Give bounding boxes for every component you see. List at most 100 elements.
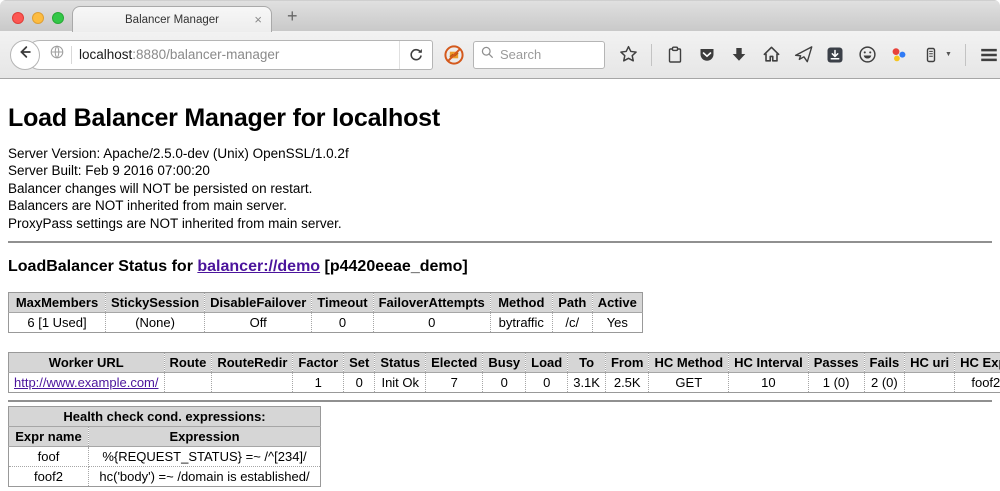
worker-url-link[interactable]: http://www.example.com/	[14, 375, 159, 390]
search-icon	[480, 45, 495, 65]
timeout-cell: 0	[312, 313, 373, 333]
page-title: Load Balancer Manager for localhost	[8, 79, 992, 145]
proxypass-inherit-line: ProxyPass settings are NOT inherited fro…	[8, 215, 992, 232]
home-icon[interactable]	[761, 45, 781, 65]
maxmembers-cell: 6 [1 Used]	[9, 313, 106, 333]
column-header: Factor	[293, 353, 344, 373]
column-header: StickySession	[106, 293, 205, 313]
set-cell: 0	[344, 373, 375, 393]
toolbar-icons: ▼	[618, 44, 1000, 66]
hamburger-menu-icon[interactable]	[979, 45, 999, 65]
expression-cell: %{REQUEST_STATUS} =~ /^[234]/	[89, 447, 321, 467]
worker-url-cell: http://www.example.com/	[9, 373, 165, 393]
battery-icon[interactable]	[921, 45, 941, 65]
back-arrow-icon	[17, 44, 33, 65]
column-header: Worker URL	[9, 353, 165, 373]
busy-cell: 0	[483, 373, 526, 393]
tab-close-icon[interactable]: ×	[254, 12, 262, 27]
expr-name-cell: foof2	[9, 467, 89, 487]
minimize-window-button[interactable]	[32, 12, 44, 24]
new-tab-button[interactable]: +	[281, 4, 304, 29]
status-heading-suffix: [p4420eeae_demo]	[320, 258, 468, 275]
pocket-icon[interactable]	[697, 45, 717, 65]
table-header-row: MaxMembers StickySession DisableFailover…	[9, 293, 643, 313]
zoom-window-button[interactable]	[52, 12, 64, 24]
smiley-icon[interactable]	[857, 45, 877, 65]
server-version-line: Server Version: Apache/2.5.0-dev (Unix) …	[8, 145, 992, 162]
tab-balancer-manager[interactable]: Balancer Manager ×	[72, 6, 272, 32]
column-header: Busy	[483, 353, 526, 373]
health-table-title: Health check cond. expressions:	[9, 407, 321, 427]
column-header: Path	[552, 293, 592, 313]
video-download-icon[interactable]	[825, 45, 845, 65]
url-text: localhost:8880/balancer-manager	[79, 47, 399, 62]
reload-button[interactable]	[399, 41, 432, 69]
url-domain: localhost	[79, 47, 132, 62]
column-header: Route	[164, 353, 212, 373]
column-header: HC Expr	[955, 353, 1000, 373]
close-window-button[interactable]	[12, 12, 24, 24]
url-bar[interactable]: localhost:8880/balancer-manager	[25, 40, 433, 70]
hc-interval-cell: 10	[729, 373, 809, 393]
table-row: http://www.example.com/ 1 0 Init Ok 7 0 …	[9, 373, 1000, 393]
load-cell: 0	[526, 373, 568, 393]
column-header: Method	[490, 293, 552, 313]
page-content: Load Balancer Manager for localhost Serv…	[0, 79, 1000, 491]
column-header: From	[605, 353, 649, 373]
expression-cell: hc('body') =~ /domain is established/	[89, 467, 321, 487]
column-header: To	[568, 353, 606, 373]
toolbar-separator	[651, 44, 652, 66]
url-separator	[71, 46, 72, 64]
passes-cell: 1 (0)	[808, 373, 864, 393]
search-bar[interactable]	[473, 41, 605, 69]
tab-title: Balancer Manager	[125, 14, 219, 26]
worker-table: Worker URL Route RouteRedir Factor Set S…	[8, 352, 1000, 393]
send-plane-icon[interactable]	[793, 45, 813, 65]
color-dots-icon[interactable]	[889, 45, 909, 65]
status-heading-prefix: LoadBalancer Status for	[8, 258, 197, 275]
back-button[interactable]	[10, 40, 40, 70]
column-header: HC Method	[649, 353, 729, 373]
navigation-toolbar: localhost:8880/balancer-manager	[0, 31, 1000, 79]
server-built-line: Server Built: Feb 9 2016 07:00:20	[8, 162, 992, 179]
to-cell: 3.1K	[568, 373, 606, 393]
table-header-row: Worker URL Route RouteRedir Factor Set S…	[9, 353, 1000, 373]
method-cell: bytraffic	[490, 313, 552, 333]
image-block-icon[interactable]	[443, 44, 465, 66]
table-header-row: Expr name Expression	[9, 427, 321, 447]
stickysession-cell: (None)	[106, 313, 205, 333]
table-row: foof2 hc('body') =~ /domain is establish…	[9, 467, 321, 487]
table-row: foof %{REQUEST_STATUS} =~ /^[234]/	[9, 447, 321, 467]
route-cell	[164, 373, 212, 393]
column-header: Active	[592, 293, 642, 313]
column-header: HC Interval	[729, 353, 809, 373]
balancer-summary-table: MaxMembers StickySession DisableFailover…	[8, 292, 643, 333]
routeredir-cell	[212, 373, 293, 393]
hc-expr-cell: foof2	[955, 373, 1000, 393]
column-header: Expression	[89, 427, 321, 447]
elected-cell: 7	[426, 373, 483, 393]
reading-list-icon[interactable]	[665, 45, 685, 65]
status-cell: Init Ok	[375, 373, 426, 393]
bookmark-star-icon[interactable]	[618, 45, 638, 65]
from-cell: 2.5K	[605, 373, 649, 393]
chevron-down-icon[interactable]: ▼	[945, 51, 952, 58]
divider	[8, 241, 992, 243]
expr-name-cell: foof	[9, 447, 89, 467]
loadbalancer-status-heading: LoadBalancer Status for balancer://demo …	[8, 258, 992, 276]
search-input[interactable]	[500, 47, 590, 62]
active-cell: Yes	[592, 313, 642, 333]
failoverattempts-cell: 0	[373, 313, 490, 333]
url-path: :8880/balancer-manager	[132, 47, 279, 62]
hc-method-cell: GET	[649, 373, 729, 393]
column-header: HC uri	[905, 353, 955, 373]
fails-cell: 2 (0)	[864, 373, 905, 393]
column-header: Fails	[864, 353, 905, 373]
balancer-demo-link[interactable]: balancer://demo	[197, 258, 320, 275]
column-header: Timeout	[312, 293, 373, 313]
column-header: Status	[375, 353, 426, 373]
title-bar: Balancer Manager × +	[0, 0, 1000, 31]
toolbar-separator	[965, 44, 966, 66]
downloads-icon[interactable]	[729, 45, 749, 65]
factor-cell: 1	[293, 373, 344, 393]
